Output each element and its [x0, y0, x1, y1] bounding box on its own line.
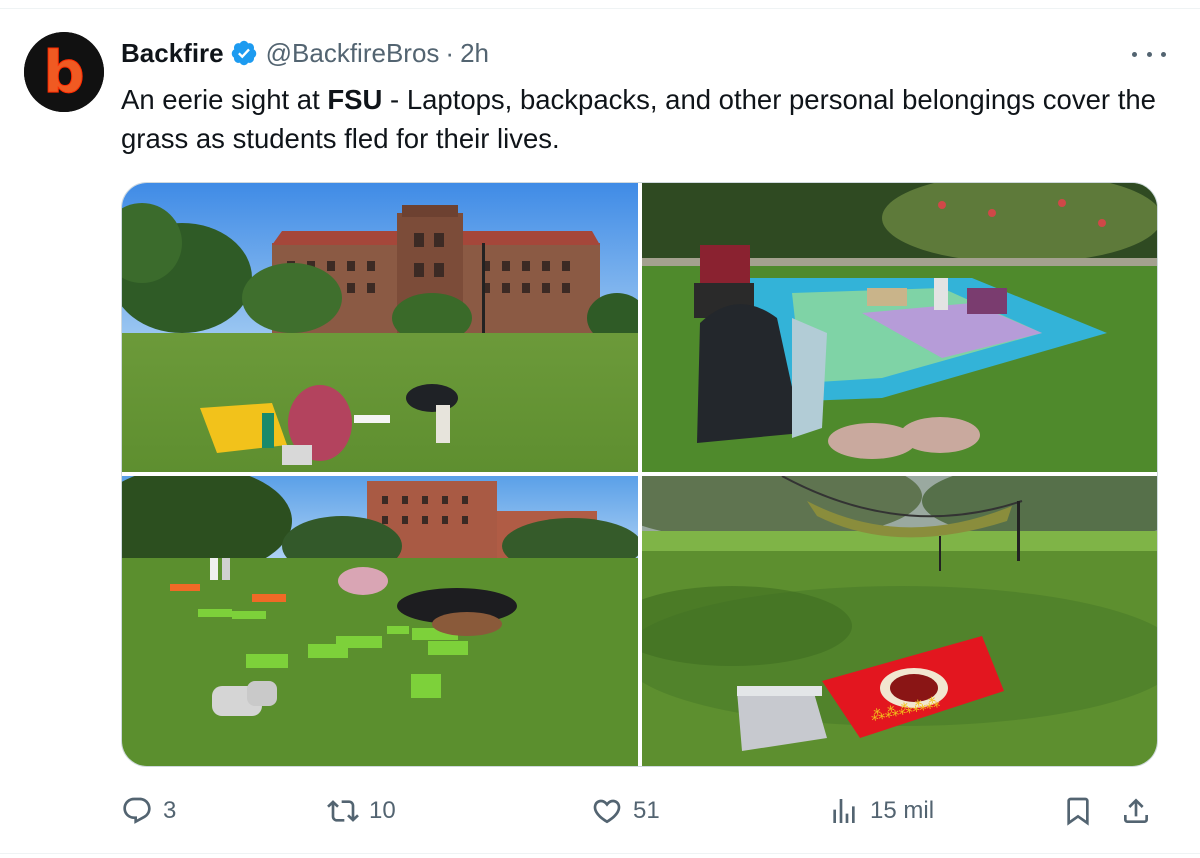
tweet-header: Backfire @BackfireBros · 2h [121, 34, 489, 72]
more-icon[interactable] [1132, 40, 1166, 68]
avatar-letter: b [43, 38, 85, 106]
share-button[interactable] [1120, 786, 1152, 836]
reply-count: 3 [163, 797, 177, 824]
photo-lawn-game[interactable] [122, 476, 638, 766]
bookmark-icon [1067, 797, 1089, 826]
share-icon [1124, 798, 1148, 823]
reply-button[interactable]: 3 [121, 786, 176, 836]
retweet-count: 10 [369, 797, 396, 824]
tweet-text: An eerie sight at FSU - Laptops, backpac… [121, 80, 1171, 158]
views-icon [833, 799, 855, 823]
tweet-action-bar: 3 10 51 15 mil [0, 786, 1200, 836]
media-grid: ⁂⁂⁂⁂⁂ [121, 182, 1158, 767]
more-dot [1146, 51, 1152, 57]
separator-dot: · [445, 37, 455, 68]
bookmark-button[interactable] [1062, 786, 1094, 836]
retweet-icon [327, 800, 359, 822]
reply-icon [123, 797, 151, 824]
like-count: 51 [633, 797, 660, 824]
photo-blanket-backpack[interactable] [642, 183, 1157, 472]
views-button[interactable]: 15 mil [828, 786, 934, 836]
tweet-text-bold[interactable]: FSU [327, 84, 382, 115]
backfire-logo: b [24, 32, 104, 112]
author-handle[interactable]: @BackfireBros [266, 38, 440, 69]
verified-badge-icon [231, 40, 256, 66]
retweet-button[interactable]: 10 [327, 786, 396, 836]
like-button[interactable]: 51 [591, 786, 660, 836]
top-divider [0, 8, 1200, 9]
views-count: 15 mil [870, 797, 935, 824]
more-dot [1132, 51, 1137, 57]
photo-campus-building[interactable] [122, 183, 638, 472]
photo-hammock-towel[interactable]: ⁂⁂⁂⁂⁂ [642, 476, 1157, 766]
heart-icon [593, 799, 621, 824]
more-dot [1161, 51, 1166, 57]
bottom-divider [0, 853, 1200, 854]
tweet-timestamp[interactable]: 2h [460, 38, 489, 69]
author-avatar[interactable]: b [24, 32, 104, 112]
author-name[interactable]: Backfire [121, 38, 224, 69]
tweet-text-before: An eerie sight at [121, 84, 328, 115]
